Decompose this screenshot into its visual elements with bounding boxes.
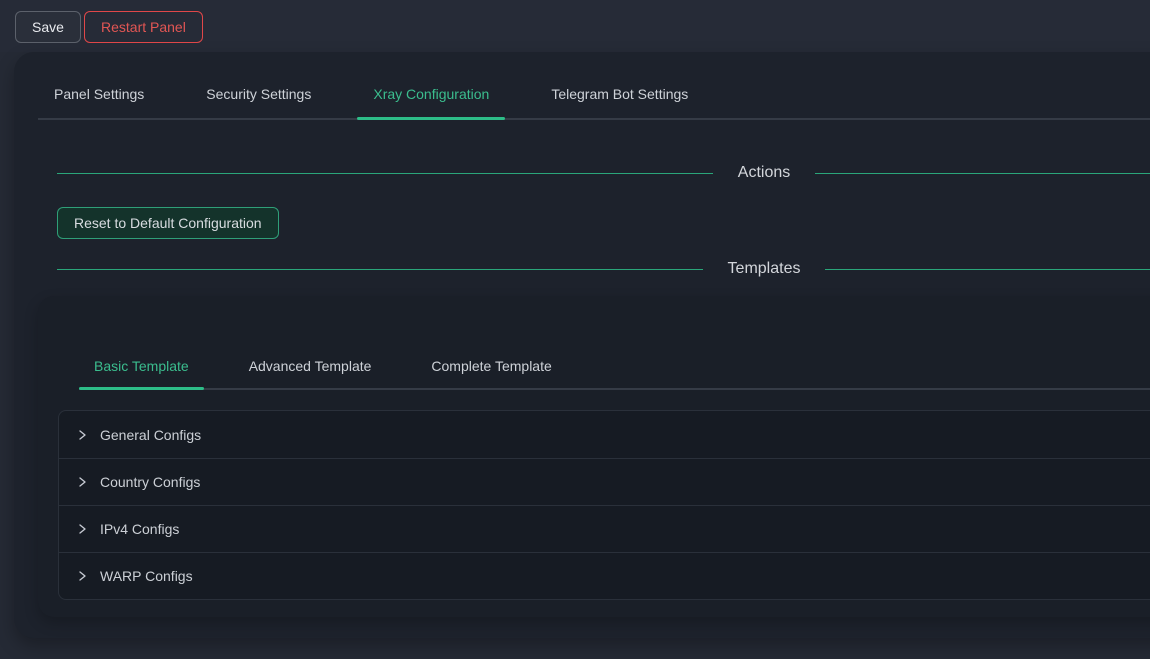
xray-configuration-pane: Actions Reset to Default Configuration T… <box>57 162 1150 280</box>
settings-tab-bar: Panel Settings Security Settings Xray Co… <box>38 52 1150 120</box>
settings-card: Panel Settings Security Settings Xray Co… <box>14 52 1150 638</box>
accordion-label: IPv4 Configs <box>100 521 179 537</box>
accordion-label: WARP Configs <box>100 568 193 584</box>
chevron-right-icon <box>76 523 88 535</box>
divider-line <box>57 269 703 270</box>
tab-telegram-bot-settings[interactable]: Telegram Bot Settings <box>535 52 704 118</box>
tab-complete-template[interactable]: Complete Template <box>416 296 566 388</box>
divider-line <box>57 173 713 174</box>
reset-default-configuration-button[interactable]: Reset to Default Configuration <box>57 207 279 239</box>
accordion-ipv4-configs[interactable]: IPv4 Configs <box>59 505 1150 552</box>
chevron-right-icon <box>76 476 88 488</box>
chevron-right-icon <box>76 429 88 441</box>
restart-panel-button[interactable]: Restart Panel <box>84 11 203 43</box>
accordion-country-configs[interactable]: Country Configs <box>59 458 1150 505</box>
templates-tab-bar: Basic Template Advanced Template Complet… <box>79 296 1150 390</box>
templates-divider: Templates <box>57 258 1150 280</box>
accordion-warp-configs[interactable]: WARP Configs <box>59 552 1150 599</box>
tab-security-settings[interactable]: Security Settings <box>190 52 327 118</box>
tab-advanced-template[interactable]: Advanced Template <box>234 296 387 388</box>
accordion-label: Country Configs <box>100 474 200 490</box>
top-toolbar: Save Restart Panel <box>0 0 1150 52</box>
actions-divider: Actions <box>57 162 1150 184</box>
divider-line <box>825 269 1150 270</box>
chevron-right-icon <box>76 570 88 582</box>
save-button[interactable]: Save <box>15 11 81 43</box>
accordion-label: General Configs <box>100 427 201 443</box>
divider-line <box>815 173 1150 174</box>
tab-panel-settings[interactable]: Panel Settings <box>38 52 160 118</box>
actions-divider-label: Actions <box>713 164 815 182</box>
tab-xray-configuration[interactable]: Xray Configuration <box>357 52 505 118</box>
accordion-general-configs[interactable]: General Configs <box>59 411 1150 458</box>
templates-divider-label: Templates <box>703 260 826 278</box>
templates-card: Basic Template Advanced Template Complet… <box>38 296 1150 617</box>
tab-basic-template[interactable]: Basic Template <box>79 296 204 388</box>
configs-accordion: General Configs Country Configs IPv4 Con… <box>58 410 1150 600</box>
